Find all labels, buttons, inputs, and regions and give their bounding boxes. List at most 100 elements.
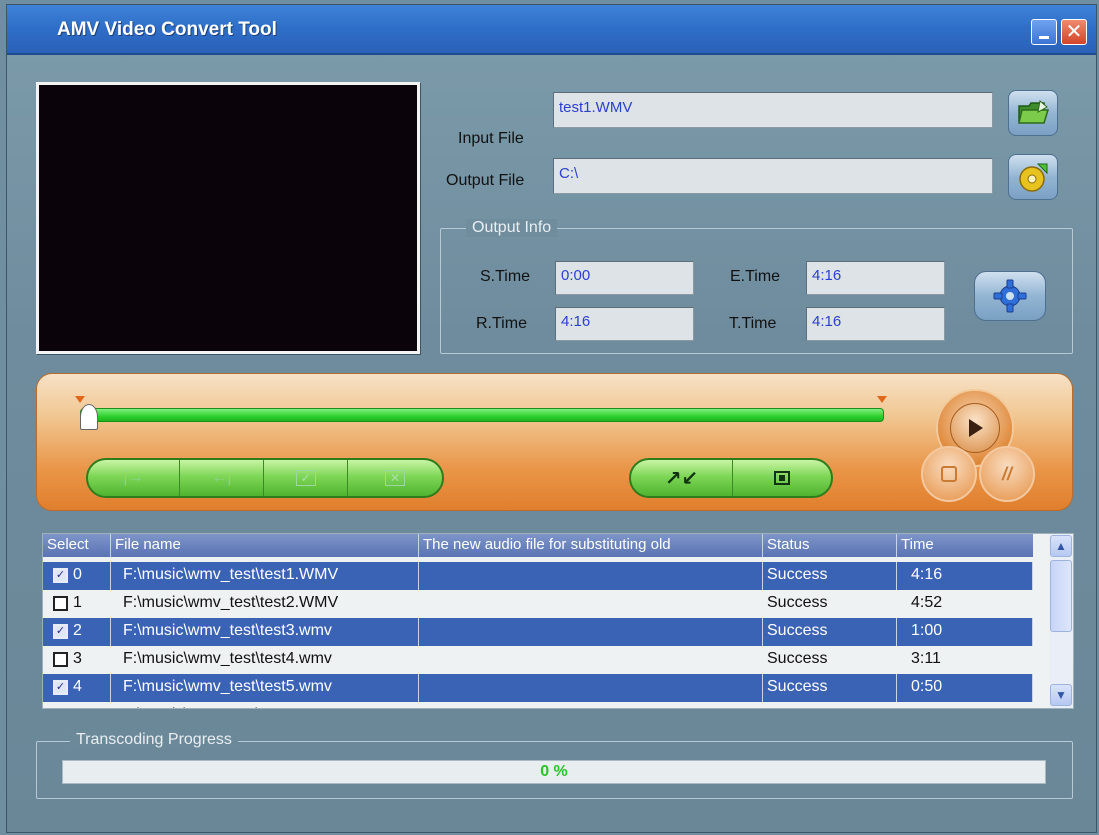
pause-icon: // bbox=[1001, 463, 1012, 484]
row-index: 4 bbox=[73, 678, 82, 695]
e-time-field[interactable]: 4:16 bbox=[806, 261, 945, 295]
cell-select: 3 bbox=[43, 646, 111, 674]
cell-new-audio bbox=[419, 618, 763, 646]
cell-select: 5 bbox=[43, 702, 111, 709]
input-file-field[interactable]: test1.WMV bbox=[553, 92, 993, 128]
cell-time: 4:52 bbox=[911, 594, 943, 611]
output-folder-button[interactable] bbox=[1008, 154, 1058, 200]
s-time-field[interactable]: 0:00 bbox=[555, 261, 694, 295]
table-row[interactable]: 1 F:\music\wmv_test\test2.WMV Success 4:52 bbox=[43, 590, 1033, 618]
cell-time: 4:16 bbox=[897, 702, 1033, 708]
cell-status: Success bbox=[763, 674, 897, 702]
cell-time: 4:16 bbox=[897, 562, 1033, 590]
seek-thumb[interactable] bbox=[80, 404, 98, 430]
pause-button[interactable]: // bbox=[979, 446, 1035, 502]
disc-folder-icon bbox=[1019, 163, 1048, 192]
s-time-label: S.Time bbox=[480, 268, 531, 285]
stop-convert-icon bbox=[774, 471, 790, 485]
uncheck-button[interactable]: ✕ bbox=[348, 460, 442, 496]
cell-new-audio bbox=[419, 562, 763, 590]
row-checkbox[interactable]: ✓ bbox=[53, 568, 68, 583]
table-row[interactable]: 3 F:\music\wmv_test\test4.wmv Success 3:11 bbox=[43, 646, 1033, 674]
minimize-icon bbox=[1039, 35, 1049, 39]
progress-text: 0 % bbox=[540, 763, 568, 780]
file-list: Select File name The new audio file for … bbox=[42, 533, 1074, 709]
table-row[interactable]: ✓ 4 F:\music\wmv_test\test5.wmv Success 0:50 bbox=[43, 674, 1033, 702]
stop-button[interactable] bbox=[921, 446, 977, 502]
close-icon: ✕ bbox=[1065, 21, 1083, 43]
open-input-button[interactable] bbox=[1008, 90, 1058, 136]
cell-file-name: F:\music\wmv_test\test3.wmv bbox=[111, 618, 419, 646]
col-status[interactable]: Status bbox=[763, 534, 897, 557]
row-checkbox[interactable] bbox=[53, 596, 68, 611]
start-marker[interactable] bbox=[75, 396, 85, 403]
minimize-button[interactable] bbox=[1031, 19, 1057, 45]
cell-new-audio bbox=[419, 674, 763, 702]
stop-convert-button[interactable] bbox=[733, 460, 831, 496]
cell-new-audio bbox=[419, 646, 763, 674]
table-row[interactable]: ✓ 0 F:\music\wmv_test\test1.WMV Success 4:16 bbox=[43, 562, 1033, 590]
cell-select: ✓ 4 bbox=[43, 674, 111, 702]
cell-time: 0:50 bbox=[897, 674, 1033, 702]
input-file-label: Input File bbox=[458, 130, 524, 147]
table-row[interactable]: ✓ 2 F:\music\wmv_test\test3.wmv Success 1:00 bbox=[43, 618, 1033, 646]
cell-select: 1 bbox=[43, 590, 111, 618]
cell-new-audio bbox=[419, 702, 763, 708]
end-marker[interactable] bbox=[877, 396, 887, 403]
scroll-up-button[interactable]: ▲ bbox=[1050, 535, 1072, 557]
close-button[interactable]: ✕ bbox=[1061, 19, 1087, 45]
cell-status: Success bbox=[767, 650, 828, 667]
check-button[interactable]: ✓ bbox=[264, 460, 348, 496]
cell-file-name: F:\music\wmv_test\test4.wmv bbox=[123, 650, 332, 667]
row-checkbox[interactable]: ✓ bbox=[53, 624, 68, 639]
r-time-field[interactable]: 4:16 bbox=[555, 307, 694, 341]
output-file-field[interactable]: C:\ bbox=[553, 158, 993, 194]
play-icon bbox=[969, 419, 983, 437]
output-file-label: Output File bbox=[446, 172, 525, 189]
set-end-button[interactable]: ←| bbox=[180, 460, 264, 496]
col-time[interactable]: Time bbox=[897, 534, 1033, 557]
table-row[interactable]: 5 F:\music\wmv_test\test6.WMV Success4:16 bbox=[43, 702, 1033, 709]
t-time-label: T.Time bbox=[729, 315, 777, 332]
convert-button-group: ↗↙ bbox=[629, 458, 833, 498]
set-end-icon: ←| bbox=[211, 469, 232, 486]
folder-open-icon bbox=[1018, 100, 1050, 124]
col-file-name[interactable]: File name bbox=[111, 534, 419, 557]
col-select[interactable]: Select bbox=[43, 534, 111, 557]
cell-status: Success bbox=[763, 618, 897, 646]
video-preview bbox=[36, 82, 420, 354]
progress-title: Transcoding Progress bbox=[70, 731, 238, 749]
cell-time: 1:00 bbox=[897, 618, 1033, 646]
row-index: 3 bbox=[73, 650, 82, 667]
convert-icon: ↗↙ bbox=[664, 467, 699, 490]
set-start-button[interactable]: |→ bbox=[88, 460, 180, 496]
row-checkbox[interactable]: ✓ bbox=[53, 680, 68, 695]
play-inner bbox=[950, 403, 1000, 453]
col-new-audio[interactable]: The new audio file for substituting old bbox=[419, 534, 763, 557]
scroll-down-button[interactable]: ▼ bbox=[1050, 684, 1072, 706]
window-title: AMV Video Convert Tool bbox=[57, 19, 277, 40]
cell-status: Success bbox=[767, 594, 828, 611]
title-bar: AMV Video Convert Tool ✕ bbox=[7, 5, 1096, 55]
cell-select: ✓ 0 bbox=[43, 562, 111, 590]
cell-file-name: F:\music\wmv_test\test1.WMV bbox=[111, 562, 419, 590]
scroll-thumb[interactable] bbox=[1050, 560, 1072, 632]
settings-button[interactable] bbox=[974, 271, 1046, 321]
row-index: 5 bbox=[73, 706, 82, 708]
row-checkbox[interactable] bbox=[53, 652, 68, 667]
t-time-field[interactable]: 4:16 bbox=[806, 307, 945, 341]
row-checkbox[interactable] bbox=[53, 708, 68, 709]
gear-icon bbox=[993, 279, 1027, 313]
table-header: Select File name The new audio file for … bbox=[43, 534, 1033, 557]
cell-select: ✓ 2 bbox=[43, 618, 111, 646]
set-start-icon: |→ bbox=[123, 469, 144, 486]
row-index: 1 bbox=[73, 594, 82, 611]
cell-time: 3:11 bbox=[911, 650, 941, 667]
list-scrollbar[interactable]: ▲ ▼ bbox=[1049, 534, 1073, 708]
r-time-label: R.Time bbox=[476, 315, 527, 332]
chevron-down-icon: ▼ bbox=[1055, 688, 1067, 702]
seek-slider[interactable] bbox=[80, 408, 884, 422]
cell-new-audio bbox=[419, 590, 763, 618]
convert-button[interactable]: ↗↙ bbox=[631, 460, 733, 496]
uncheck-icon: ✕ bbox=[385, 470, 405, 486]
